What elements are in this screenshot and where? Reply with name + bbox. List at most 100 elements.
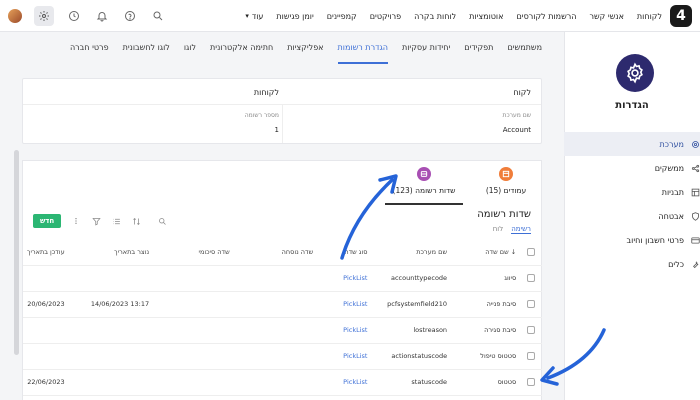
settings-tabs: משתמשים תפקידים יחידות עסקיות הגדרת רשומ… <box>0 32 564 64</box>
sidebar-item-tools[interactable]: כלים <box>564 252 700 276</box>
cell-system-name: statuscode <box>371 369 452 396</box>
cell-field-name: סטטוס טיפול <box>451 343 521 370</box>
chevron-down-icon: ▾ <box>245 11 249 20</box>
tab-logo[interactable]: לוגו <box>184 32 196 64</box>
cell-system-name: accounttypecode <box>371 265 452 292</box>
row-checkbox[interactable] <box>527 326 536 334</box>
cell-updated-on: 22/06/2023 <box>23 369 69 396</box>
cell-field-name: סיווג <box>451 265 521 292</box>
shield-icon <box>690 211 700 221</box>
tab-record-settings[interactable]: הגדרת רשומות <box>337 32 388 64</box>
nav-more-menu[interactable]: עוד ▾ <box>245 12 263 21</box>
sidebar-item-templates[interactable]: תבניות <box>564 180 700 204</box>
row-checkbox[interactable] <box>527 378 536 386</box>
nav-item-dashboards[interactable]: לוחות בקרה <box>414 12 456 21</box>
column-header-updated-on[interactable]: עודכן בתאריך <box>23 239 69 266</box>
cell-field-name: סיבת פנייה <box>451 291 521 318</box>
nav-more-label: עוד <box>251 11 264 21</box>
table-row[interactable]: סטטוס טיפול actionstatuscode PickList <box>23 343 542 370</box>
tab-e-signature[interactable]: חתימה אלקטרונית <box>210 32 273 64</box>
tab-company-details[interactable]: פרטי חברה <box>70 32 109 64</box>
nav-item-calendar[interactable]: יומן פגישות <box>276 12 313 21</box>
subtab-record-fields[interactable]: שדות רשומה (123) <box>385 167 463 205</box>
system-name-value: Account <box>502 126 531 134</box>
cell-field-type[interactable]: PickList <box>317 291 372 318</box>
main-nav: לקוחות אנשי קשר הרשמות לקורסים אוטומציות… <box>245 0 662 32</box>
cell-updated-on: 20/06/2023 <box>23 291 69 318</box>
cell-field-type[interactable]: PickList <box>317 343 372 370</box>
search-icon[interactable] <box>157 216 167 226</box>
row-checkbox[interactable] <box>527 274 536 282</box>
sort-icon[interactable] <box>131 216 141 226</box>
cell-formula-field <box>233 265 318 292</box>
bell-icon[interactable] <box>94 8 110 24</box>
row-checkbox[interactable] <box>527 352 536 360</box>
row-checkbox[interactable] <box>527 300 536 308</box>
nav-item-customers[interactable]: לקוחות <box>637 12 662 21</box>
help-icon[interactable] <box>122 8 138 24</box>
column-header-created-on[interactable]: נוצר בתאריך <box>68 239 154 266</box>
top-bar: 4 לקוחות אנשי קשר הרשמות לקורסים אוטומצי… <box>0 0 700 32</box>
cell-formula-field <box>233 369 318 396</box>
record-fields-table: ↓ שם שדה שם מערכת סוג שדה שדה נוסחה שדה … <box>23 239 542 396</box>
sidebar-item-integrations[interactable]: ממשקים <box>564 156 700 180</box>
table-toolbar: חדש <box>33 214 167 228</box>
column-header-formula-field[interactable]: שדה נוסחה <box>233 239 318 266</box>
column-header-field-type[interactable]: סוג שדה <box>317 239 372 266</box>
tab-invoice-logo[interactable]: לוגו לחשבונית <box>123 32 170 64</box>
sidebar-item-label: ממשקים <box>654 163 684 173</box>
avatar[interactable] <box>8 9 22 23</box>
cell-field-type[interactable]: PickList <box>317 317 372 344</box>
fields-icon <box>417 167 431 181</box>
record-number-label: מספר רשומה <box>244 112 279 119</box>
select-all-checkbox[interactable] <box>527 247 536 256</box>
entity-header: לקוח <box>513 88 531 97</box>
column-header-field-name[interactable]: ↓ שם שדה <box>451 239 521 266</box>
subtab-pages[interactable]: עמודים (15) <box>481 167 531 205</box>
vertical-scrollbar[interactable] <box>14 150 19 355</box>
app-logo[interactable]: 4 <box>670 5 692 27</box>
search-icon[interactable] <box>150 8 166 24</box>
sidebar-item-label: תבניות <box>661 187 684 197</box>
cell-created-on <box>68 265 154 292</box>
tab-business-units[interactable]: יחידות עסקיות <box>402 32 450 64</box>
record-fields-card: עמודים (15) שדות רשומה (123) שדות רשומה … <box>22 160 542 400</box>
filter-icon[interactable] <box>91 216 101 226</box>
nav-item-projects[interactable]: פרויקטים <box>370 12 401 21</box>
list-view-icon[interactable] <box>111 216 121 226</box>
gear-icon[interactable] <box>34 6 54 26</box>
sidebar-item-system[interactable]: מערכת <box>564 132 700 156</box>
record-number-value: 1 <box>274 126 279 134</box>
nav-item-campaigns[interactable]: קמפיינים <box>327 12 357 21</box>
table-row[interactable]: סיווג accounttypecode PickList <box>23 265 542 292</box>
column-header-summary-field[interactable]: שדה סיכומי <box>153 239 234 266</box>
nav-item-course-registrations[interactable]: הרשמות לקורסים <box>516 12 576 21</box>
nav-item-contacts[interactable]: אנשי קשר <box>590 12 624 21</box>
tab-apps[interactable]: אפליקציות <box>287 32 323 64</box>
clock-icon[interactable] <box>66 8 82 24</box>
new-field-button[interactable]: חדש <box>33 214 62 228</box>
table-header-row: ↓ שם שדה שם מערכת סוג שדה שדה נוסחה שדה … <box>23 239 542 266</box>
table-row[interactable]: סטטוס statuscode PickList 22/06/2023 <box>23 369 542 396</box>
sidebar-item-security[interactable]: אבטחה <box>564 204 700 228</box>
table-row[interactable]: סיבת פנייה pcfsystemfield210 PickList 13… <box>23 291 542 318</box>
nav-item-automations[interactable]: אוטומציות <box>469 12 503 21</box>
cell-created-on <box>68 369 154 396</box>
tab-users[interactable]: משתמשים <box>507 32 542 64</box>
sidebar-item-label: כלים <box>668 259 684 269</box>
sidebar-item-label: אבטחה <box>658 211 684 221</box>
subtab-record-fields-label: שדות רשומה (123) <box>392 186 456 195</box>
more-options-icon[interactable] <box>71 216 81 226</box>
cell-system-name: actionstatuscode <box>371 343 452 370</box>
tab-roles[interactable]: תפקידים <box>464 32 493 64</box>
column-header-system-name[interactable]: שם מערכת <box>371 239 452 266</box>
view-board-tab[interactable]: לוח <box>493 225 503 234</box>
cell-created-on: 13:17 14/06/2023 <box>68 291 154 318</box>
cell-summary-field <box>153 343 234 370</box>
table-row[interactable]: סיבת סגירה lostreason PickList <box>23 317 542 344</box>
cell-field-type[interactable]: PickList <box>317 369 372 396</box>
cell-field-type[interactable]: PickList <box>317 265 372 292</box>
view-list-tab[interactable]: רשימה <box>511 225 531 234</box>
sort-arrow-icon: ↓ <box>508 247 517 256</box>
sidebar-item-billing[interactable]: פרטי חשבון וחיוב <box>564 228 700 252</box>
